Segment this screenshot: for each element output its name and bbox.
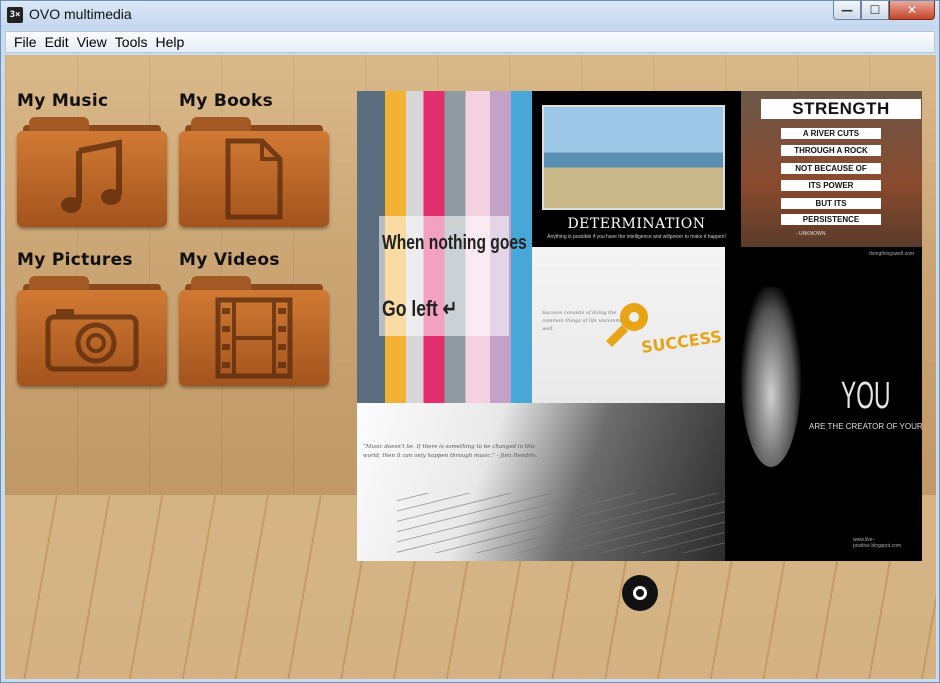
maximize-button[interactable]: ☐ (861, 1, 889, 20)
camera-icon (45, 309, 139, 372)
film-strip-icon (215, 297, 293, 379)
folder-label: My Pictures (17, 250, 133, 270)
menu-tools[interactable]: Tools (111, 34, 152, 50)
tile-line: BUT ITS (781, 198, 881, 209)
app-icon[interactable]: 3× (7, 7, 23, 23)
folder-label: My Books (179, 91, 274, 111)
collage-tile-success[interactable]: Success consists of doing the common thi… (532, 247, 725, 403)
folder-label: My Music (17, 91, 109, 111)
folder-my-music[interactable]: My Music (17, 91, 167, 227)
tile-credit: - UNKNOWN (796, 231, 826, 237)
title-bar[interactable]: 3× OVO multimedia — ☐ ✕ (1, 1, 939, 29)
collage-tile-strength[interactable]: STRENGTH A RIVER CUTS THROUGH A ROCK NOT… (741, 91, 922, 247)
collage-tile-guitar[interactable]: “Music doesn't lie. If there is somethin… (357, 403, 725, 561)
tile-heading: STRENGTH (761, 99, 921, 119)
tile-quote: “Music doesn't lie. If there is somethin… (363, 444, 538, 459)
menu-bar: File Edit View Tools Help (5, 31, 935, 53)
collage-tile-determination[interactable]: DETERMINATION Anything is possible if yo… (532, 91, 741, 247)
menu-help[interactable]: Help (151, 34, 188, 50)
folder-my-pictures[interactable]: My Pictures (17, 250, 167, 386)
main-content: My Music My Books My Pictures My Videos … (5, 55, 936, 679)
success-word: SUCCESS (640, 327, 722, 357)
tile-line: THROUGH A ROCK (781, 145, 881, 156)
menu-edit[interactable]: Edit (41, 34, 73, 50)
tile-line: NOT BECAUSE OF (781, 163, 881, 174)
window-title: OVO multimedia (29, 6, 132, 22)
tile-text: When nothing goes right (382, 232, 532, 254)
document-icon (225, 138, 283, 220)
folder-my-books[interactable]: My Books (179, 91, 329, 227)
tile-big-text: YOU (841, 375, 891, 417)
tile-subcaption: Anything is possible if you have the int… (547, 234, 726, 240)
close-button[interactable]: ✕ (889, 1, 935, 20)
tile-line: PERSISTENCE (781, 214, 881, 225)
tile-line: A RIVER CUTS (781, 128, 881, 139)
collage-tile-when-nothing-goes-right[interactable]: When nothing goes right Go left ↵ (357, 91, 532, 403)
picture-collage: When nothing goes right Go left ↵ DETERM… (357, 91, 922, 561)
folder-label: My Videos (179, 250, 280, 270)
tile-small-text: ARE THE CREATOR OF YOUR OWN DESTINY. (809, 422, 922, 431)
golden-key-icon: SUCCESS (606, 303, 722, 357)
tile-caption: DETERMINATION (567, 216, 706, 232)
folder-my-videos[interactable]: My Videos (179, 250, 329, 386)
hand-photo (741, 287, 801, 467)
tile-line: ITS POWER (781, 180, 881, 191)
menu-view[interactable]: View (73, 34, 111, 50)
collage-tile-you-are-the-creator[interactable]: doingthingswell.com YOU ARE THE CREATOR … (725, 247, 922, 561)
tile-text: Go left ↵ (382, 296, 458, 321)
chrome-icon[interactable] (622, 575, 658, 611)
menu-file[interactable]: File (10, 34, 41, 50)
music-note-icon (61, 139, 122, 213)
app-window: 3× OVO multimedia — ☐ ✕ File Edit View T… (0, 0, 940, 683)
minimize-button[interactable]: — (833, 1, 861, 20)
tile-site: doingthingswell.com (869, 251, 915, 257)
giraffe-photo (542, 105, 725, 210)
tile-site: www.live-positive.blogspot.com (853, 537, 902, 549)
guitar-strings (397, 493, 725, 553)
